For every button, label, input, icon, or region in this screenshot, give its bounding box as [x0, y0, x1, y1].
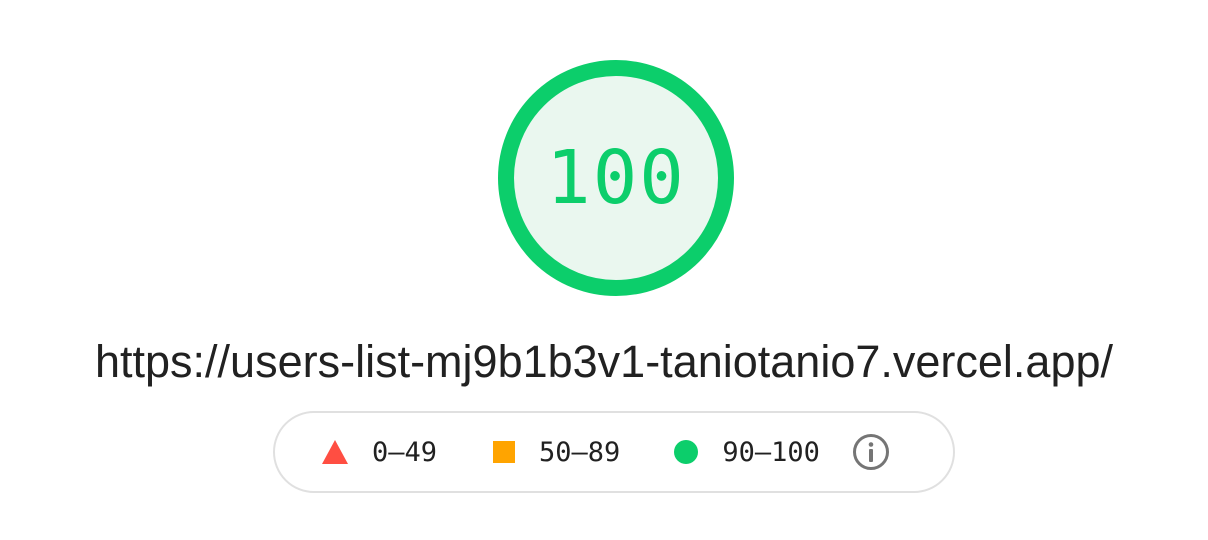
lighthouse-score-report: 100 https://users-list-mj9b1b3v1-taniota…: [0, 0, 1208, 540]
score-gauge: 100: [496, 58, 736, 298]
score-scale-legend: 0–49 50–89 90–100: [273, 411, 955, 493]
info-icon[interactable]: [852, 433, 890, 471]
legend-item-pass: 90–100: [674, 437, 820, 468]
legend-label-fail: 0–49: [372, 436, 438, 468]
legend-item-fail: 0–49: [322, 437, 437, 468]
red-triangle-icon: [322, 440, 348, 464]
orange-square-icon: [493, 441, 516, 463]
green-circle-icon: [674, 440, 699, 464]
info-icon-graphic: [852, 434, 889, 470]
legend-label-average: 50–89: [539, 436, 621, 468]
report-url: https://users-list-mj9b1b3v1-taniotanio7…: [94, 336, 1113, 387]
legend-item-average: 50–89: [493, 437, 620, 468]
legend-label-pass: 90–100: [722, 436, 820, 468]
score-value: 100: [546, 135, 686, 221]
